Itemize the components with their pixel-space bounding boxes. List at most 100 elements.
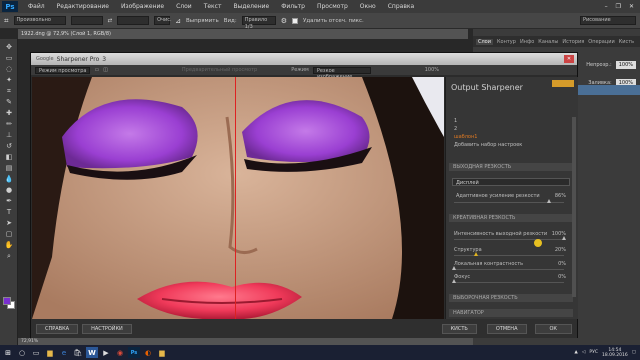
firefox-icon[interactable]: ◐ (142, 347, 154, 358)
tab-layers[interactable]: Слои (476, 38, 493, 45)
menu-image[interactable]: Изображение (115, 3, 170, 10)
split-preview-line[interactable] (235, 77, 236, 319)
delete-pixels-checkbox[interactable] (291, 17, 298, 24)
single-view-icon[interactable]: ▭ (94, 67, 99, 73)
zoom-label[interactable]: 100% (425, 67, 439, 73)
menu-layers[interactable]: Слои (170, 3, 198, 10)
menu-type[interactable]: Текст (198, 3, 228, 10)
word-icon[interactable]: W (86, 347, 98, 358)
output-type-select[interactable]: Дисплей (452, 178, 570, 186)
menu-file[interactable]: Файл (22, 3, 51, 10)
folder-icon[interactable]: ▆ (156, 347, 168, 358)
chrome-icon[interactable]: ◉ (114, 347, 126, 358)
mode-select[interactable]: Резкое изображение (312, 66, 371, 80)
menu-help[interactable]: Справка (382, 3, 420, 10)
focus-slider[interactable] (454, 282, 564, 283)
foreground-color-swatch[interactable] (3, 297, 11, 305)
eraser-tool-icon[interactable]: ◧ (4, 153, 14, 161)
preview-mode-select[interactable]: Режим просмотра (35, 66, 91, 74)
workspace-select[interactable]: Рисование (580, 16, 636, 25)
section-output-sharpening[interactable]: ВЫХОДНАЯ РЕЗКОСТЬ (449, 163, 573, 171)
opacity-field[interactable]: 100% (615, 61, 636, 69)
dodge-tool-icon[interactable]: ● (4, 186, 14, 194)
intensity-slider[interactable] (454, 239, 564, 240)
search-icon[interactable]: ○ (16, 347, 28, 358)
network-icon[interactable]: ▲ (574, 350, 577, 355)
section-creative-sharpening[interactable]: КРЕАТИВНАЯ РЕЗКОСТЬ (449, 214, 573, 222)
history-brush-icon[interactable]: ↺ (4, 142, 14, 150)
maximize-icon[interactable]: ❐ (616, 3, 621, 10)
pen-tool-icon[interactable]: ✒ (4, 197, 14, 205)
document-tab[interactable]: 1922.dng @ 72,9% (Слой 1, RGB/8) (18, 29, 468, 39)
language-indicator[interactable]: РУС (589, 350, 598, 355)
height-field[interactable] (117, 16, 150, 25)
path-select-icon[interactable]: ➤ (4, 219, 14, 227)
magic-wand-icon[interactable]: ✦ (4, 76, 14, 84)
tab-info[interactable]: Инфо (520, 39, 534, 45)
tab-brush[interactable]: Кисть (619, 39, 634, 45)
preview-checkbox-label[interactable]: Предварительный просмотр (182, 67, 257, 73)
structure-slider[interactable] (454, 255, 564, 256)
clock-date[interactable]: 18.09.2016 (602, 353, 628, 358)
help-button[interactable]: СПРАВКА (36, 323, 79, 334)
panel-scrollbar[interactable] (572, 117, 576, 297)
straighten-icon[interactable]: ⊿ (175, 17, 181, 25)
intensity-slider-knob[interactable] (562, 236, 566, 240)
notifications-icon[interactable]: ▢ (632, 350, 636, 355)
add-preset-link[interactable]: Добавить набор настроек (454, 142, 522, 148)
menu-view[interactable]: Просмотр (311, 3, 354, 10)
overlay-select[interactable]: Правило 1/3 (241, 16, 276, 30)
gear-icon[interactable]: ⚙ (281, 17, 287, 25)
file-explorer-icon[interactable]: ▆ (44, 347, 56, 358)
tab-history[interactable]: История (562, 39, 584, 45)
menu-edit[interactable]: Редактирование (51, 3, 115, 10)
menu-filter[interactable]: Фильтр (275, 3, 311, 10)
store-icon[interactable]: 🛍 (72, 347, 84, 358)
structure-slider-knob[interactable] (474, 252, 478, 256)
local-contrast-slider-knob[interactable] (452, 266, 456, 270)
shape-tool-icon[interactable]: ▢ (4, 230, 14, 238)
brush-button[interactable]: КИСТЬ (441, 323, 477, 334)
move-tool-icon[interactable]: ✥ (4, 43, 14, 51)
preview-image[interactable] (32, 77, 444, 319)
preset-2[interactable]: 2 (454, 126, 457, 132)
local-contrast-slider[interactable] (454, 269, 564, 270)
tab-channels[interactable]: Каналы (538, 39, 558, 45)
menu-window[interactable]: Окно (354, 3, 382, 10)
split-view-icon[interactable]: ◫ (103, 67, 108, 73)
ratio-select[interactable]: Произвольно (13, 16, 66, 25)
type-tool-icon[interactable]: T (4, 208, 14, 216)
layer-row-selected[interactable] (578, 85, 640, 95)
marquee-tool-icon[interactable]: ▭ (4, 54, 14, 62)
eyedropper-icon[interactable]: ✎ (4, 98, 14, 106)
healing-brush-icon[interactable]: ✚ (4, 109, 14, 117)
photoshop-taskbar-icon[interactable]: Ps (128, 347, 140, 358)
stamp-tool-icon[interactable]: ⊥ (4, 131, 14, 139)
ok-button[interactable]: ОК (534, 323, 572, 334)
adaptive-slider-knob[interactable] (546, 199, 551, 203)
swap-icon[interactable]: ⇄ (108, 18, 113, 24)
menu-select[interactable]: Выделение (227, 3, 275, 10)
zoom-tool-icon[interactable]: ⌕ (4, 252, 14, 260)
width-field[interactable] (70, 16, 103, 25)
preset-1[interactable]: 1 (454, 118, 457, 124)
settings-button[interactable]: НАСТРОЙКИ (82, 323, 132, 334)
section-navigator[interactable]: НАВИГАТОР (449, 309, 573, 317)
media-icon[interactable]: ▶ (100, 347, 112, 358)
edge-icon[interactable]: e (58, 347, 70, 358)
dialog-close-icon[interactable]: ✕ (564, 55, 574, 63)
brush-tool-icon[interactable]: ✏ (4, 120, 14, 128)
tab-actions[interactable]: Операции (588, 39, 614, 45)
clear-button[interactable]: Очис. (154, 16, 172, 25)
windows-start-icon[interactable]: ⊞ (2, 347, 14, 358)
close-icon[interactable]: ✕ (629, 3, 634, 10)
task-view-icon[interactable]: ▭ (30, 347, 42, 358)
volume-icon[interactable]: ◁ (582, 350, 585, 355)
straighten-label[interactable]: Выпрямить (186, 18, 219, 24)
lasso-tool-icon[interactable]: ◌ (4, 65, 14, 73)
focus-slider-knob[interactable] (452, 279, 456, 283)
tab-paths[interactable]: Контур (497, 39, 516, 45)
hand-tool-icon[interactable]: ✋ (4, 241, 14, 249)
crop-tool-icon[interactable]: ⌗ (4, 16, 9, 26)
preset-template1[interactable]: шаблон1 (454, 134, 477, 140)
